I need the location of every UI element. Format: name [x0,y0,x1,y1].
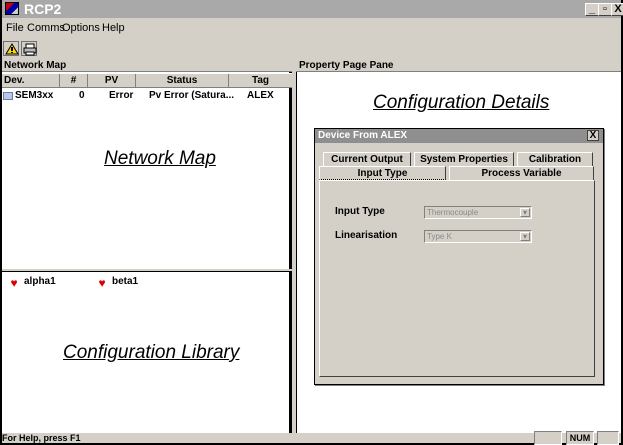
heart-icon: ♥ [10,276,18,290]
library-item-alpha1[interactable]: alpha1 [24,276,56,288]
printer-icon [23,43,37,56]
input-type-label: Input Type [335,206,385,217]
app-icon [5,2,19,15]
dialog-close-button[interactable]: X [587,130,599,141]
menu-options-label: Options [62,22,100,34]
window-title: RCP2 [24,1,62,17]
menu-help[interactable]: Help [102,22,125,34]
num-lock-indicator: NUM [566,431,594,445]
network-map-columns: Dev. # PV Status Tag [2,73,292,88]
configuration-details-caption: Configuration Details [373,92,550,113]
linearisation-select[interactable]: Type K ▾ [424,230,532,243]
tab-input-type[interactable]: Input Type [319,166,446,180]
tab-system-properties[interactable]: System Properties [414,152,514,166]
linearisation-label: Linearisation [335,230,398,241]
toolbar [2,37,621,59]
device-pv: Error [109,90,134,101]
tab-calibration[interactable]: Calibration [517,152,593,166]
alert-icon [5,43,19,55]
menu-comms[interactable]: Comms [27,22,65,34]
menu-help-label: Help [102,22,125,34]
dialog-title[interactable]: Device From ALEX [315,129,603,143]
table-row[interactable]: SEM3xx 0 Error Pv Error (Satura... ALEX [2,89,292,103]
chevron-down-icon: ▾ [520,208,530,217]
menu-file[interactable]: File [6,22,24,34]
network-map-caption: Network Map [104,148,216,169]
close-button[interactable]: X [611,3,623,16]
minimize-button[interactable]: _ [585,3,599,16]
device-icon [3,92,13,100]
status-empty-panel [597,431,619,445]
configuration-library-caption: Configuration Library [63,342,240,363]
heart-icon: ♥ [98,276,106,290]
menu-comms-label: Comms [27,22,65,34]
status-help-text: For Help, press F1 [2,433,81,443]
tab-current-output[interactable]: Current Output [323,152,411,166]
property-page-pane-header: Property Page Pane [296,60,621,72]
status-empty-panel [534,431,562,445]
linearisation-value: Type K [427,232,452,241]
column-status[interactable]: Status [136,74,229,88]
status-bar: For Help, press F1 [2,433,621,443]
device-number: 0 [79,90,85,101]
title-bar[interactable]: RCP2 _ ▫ X [2,0,623,18]
input-type-value: Thermocouple [427,208,479,217]
column-pv[interactable]: PV [88,74,136,88]
print-button[interactable] [21,41,37,56]
column-number[interactable]: # [60,74,88,88]
network-map-header: Network Map [2,60,292,72]
device-name: SEM3xx [15,90,54,101]
input-type-select[interactable]: Thermocouple ▾ [424,206,532,219]
menu-options[interactable]: Options [62,22,100,34]
restore-button[interactable]: ▫ [598,3,612,16]
column-tag[interactable]: Tag [229,74,292,88]
tab-process-variable[interactable]: Process Variable [449,166,594,180]
menu-bar: File Comms Options Help [2,18,621,37]
menu-file-label: File [6,22,24,34]
column-dev[interactable]: Dev. [2,74,60,88]
alert-button[interactable] [3,41,19,56]
device-status: Pv Error (Satura... [149,90,235,101]
chevron-down-icon: ▾ [520,232,530,241]
device-tag: ALEX [247,90,274,101]
library-item-beta1[interactable]: beta1 [112,276,138,288]
